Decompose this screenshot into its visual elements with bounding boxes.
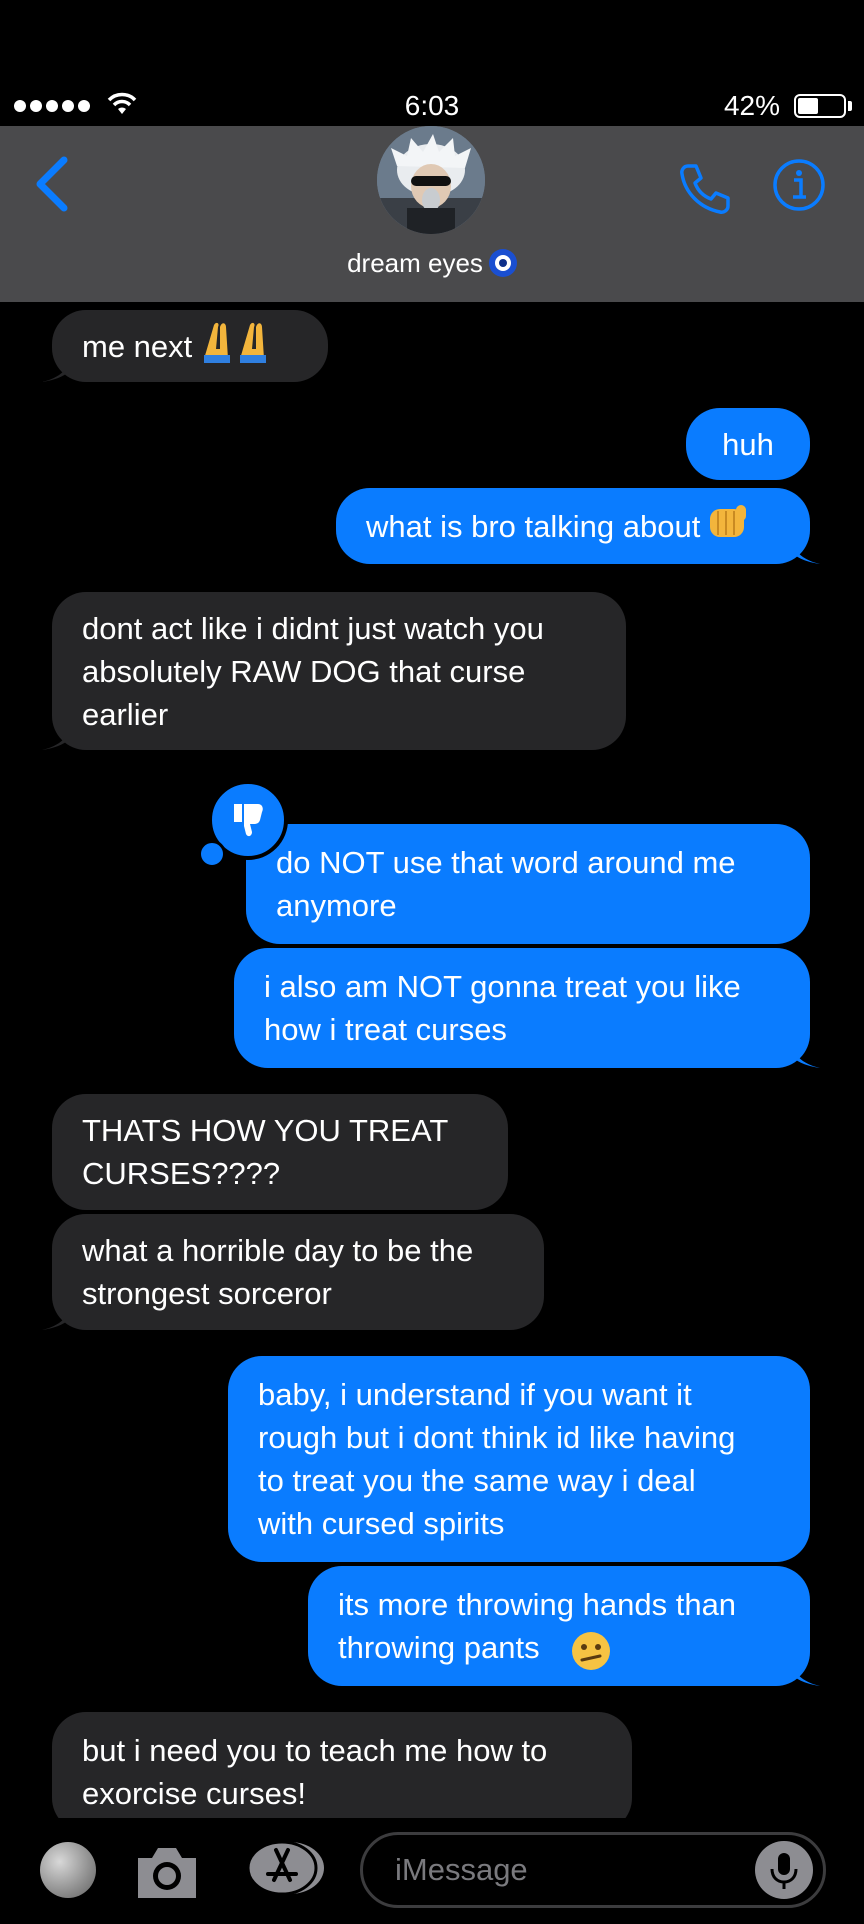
confused-face-emoji <box>570 1630 612 1683</box>
info-icon[interactable] <box>772 158 826 212</box>
message-bubble[interactable]: what a horrible day to be the strongest … <box>42 1214 544 1330</box>
bubble-tail <box>42 1302 72 1330</box>
message-text: what is bro talking about <box>366 508 701 544</box>
message-text: i also am NOT gonna treat you like how i… <box>264 969 741 1047</box>
bubble-tail <box>42 354 72 382</box>
bubble-tail <box>42 722 72 750</box>
message-bubble[interactable]: i also am NOT gonna treat you like how i… <box>234 948 820 1068</box>
message-bubble[interactable]: me next <box>42 310 328 382</box>
bubble-tail <box>790 536 820 564</box>
message-text: baby, i understand if you want it rough … <box>258 1377 736 1541</box>
message-text: do NOT use that word around me anymore <box>276 845 736 923</box>
message-text: but i need you to teach me how to exorci… <box>82 1733 548 1811</box>
battery-percent: 42% <box>723 90 780 121</box>
battery-cap <box>848 101 852 111</box>
avatar[interactable] <box>377 126 485 234</box>
bubble-tail <box>790 1040 820 1068</box>
camera-icon[interactable] <box>134 1844 200 1900</box>
message-text: its more throwing hands than throwing pa… <box>338 1587 737 1665</box>
message-bubble[interactable]: THATS HOW YOU TREAT CURSES???? <box>52 1094 508 1210</box>
status-bar: 6:03 42% <box>0 86 864 126</box>
message-text: huh <box>722 426 774 462</box>
message-bubble[interactable]: its more throwing hands than throwing pa… <box>308 1566 820 1686</box>
message-bubble[interactable]: huh <box>686 408 810 480</box>
back-chevron-icon[interactable] <box>30 154 74 214</box>
fist-emoji <box>706 501 750 552</box>
mic-icon[interactable] <box>755 1841 813 1899</box>
message-input-placeholder: iMessage <box>395 1852 528 1887</box>
moon-icon[interactable] <box>40 1842 96 1898</box>
battery-icon <box>794 94 846 118</box>
tapback-tail <box>198 840 226 868</box>
conversation-header: dream eyes <box>0 126 864 302</box>
praying-hands-emoji <box>200 319 274 374</box>
message-thread[interactable]: me next huh what is bro talking about do… <box>0 302 864 1818</box>
input-bar: iMessage <box>0 1818 864 1920</box>
message-bubble[interactable]: but i need you to teach me how to exorci… <box>52 1712 632 1818</box>
phone-icon[interactable] <box>676 160 732 216</box>
message-text: me next <box>82 328 193 364</box>
message-bubble[interactable]: do NOT use that word around me anymore <box>246 824 810 944</box>
message-bubble[interactable]: what is bro talking about <box>336 488 820 564</box>
app-store-icon[interactable] <box>246 1840 326 1896</box>
bubble-tail <box>790 1658 820 1686</box>
message-bubble[interactable]: dont act like i didnt just watch you abs… <box>42 592 626 750</box>
message-input[interactable]: iMessage <box>360 1832 826 1908</box>
message-bubble[interactable]: baby, i understand if you want it rough … <box>228 1356 810 1562</box>
nazar-emoji <box>488 249 517 277</box>
contact-name[interactable]: dream eyes <box>0 248 864 279</box>
message-text: dont act like i didnt just watch you abs… <box>82 610 544 732</box>
message-text: THATS HOW YOU TREAT CURSES???? <box>82 1113 449 1191</box>
thumbs-down-icon <box>234 804 263 837</box>
message-text: what a horrible day to be the strongest … <box>82 1233 474 1311</box>
